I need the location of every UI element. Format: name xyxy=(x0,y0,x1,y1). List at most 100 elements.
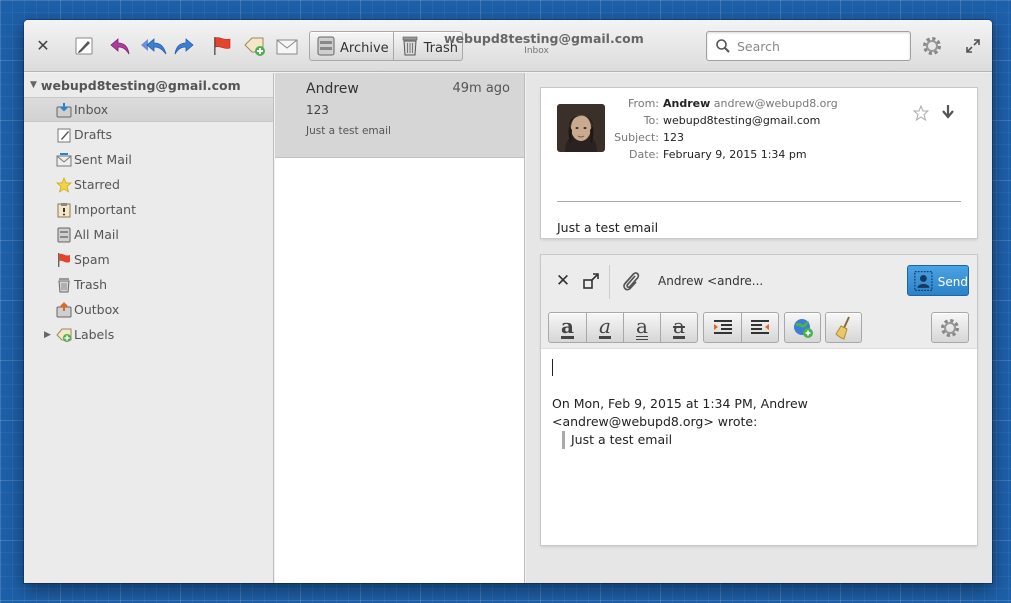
close-icon[interactable]: ✕ xyxy=(32,34,54,56)
clear-format-group xyxy=(825,312,862,343)
email-card: From: Andrew andrew@webupd8.org To: webu… xyxy=(541,88,977,238)
composer-toolbar: ✕ Andrew <andre... Send a a a a xyxy=(541,255,977,349)
avatar xyxy=(557,104,605,152)
chevron-right-icon[interactable]: ▶ xyxy=(44,330,51,340)
email-subject: 123 xyxy=(663,131,684,144)
message-time: 49m ago xyxy=(452,81,510,96)
sidebar-item-inbox[interactable]: Inbox xyxy=(24,97,273,122)
sidebar-item-all-mail[interactable]: All Mail xyxy=(24,222,273,247)
folder-sidebar: ▼ webupd8testing@gmail.com Inbox Drafts … xyxy=(24,73,274,583)
sidebar-item-label: Important xyxy=(74,202,136,217)
outdent-button[interactable] xyxy=(741,313,778,342)
italic-button[interactable]: a xyxy=(586,313,623,342)
sent-mail-icon xyxy=(56,152,72,168)
all-mail-icon xyxy=(56,227,72,243)
sidebar-item-outbox[interactable]: Outbox xyxy=(24,297,273,322)
sidebar-item-spam[interactable]: Spam xyxy=(24,247,273,272)
trash-icon xyxy=(56,277,72,293)
sidebar-item-label: Labels xyxy=(74,327,115,342)
search-input[interactable]: Search xyxy=(706,31,911,61)
text-style-group: a a a a xyxy=(548,312,698,343)
trash-icon xyxy=(402,36,417,56)
sidebar-item-label: All Mail xyxy=(74,227,119,242)
date-key: Date: xyxy=(629,148,659,161)
download-arrow-icon[interactable] xyxy=(941,104,955,124)
italic-glyph: a xyxy=(599,314,611,339)
sidebar-item-sent-mail[interactable]: Sent Mail xyxy=(24,147,273,172)
underline-button[interactable]: a xyxy=(623,313,660,342)
star-icon xyxy=(56,176,72,193)
archive-button[interactable]: Archive xyxy=(310,32,393,60)
composer-menu-button[interactable] xyxy=(932,313,968,342)
indent-button[interactable] xyxy=(704,313,741,342)
sidebar-item-label: Starred xyxy=(74,177,120,192)
detach-icon[interactable] xyxy=(581,271,601,291)
archive-label: Archive xyxy=(340,40,389,56)
clear-formatting-button[interactable] xyxy=(826,313,861,342)
bold-glyph: a xyxy=(561,314,574,339)
email-date: February 9, 2015 1:34 pm xyxy=(663,148,807,161)
sidebar-item-label: Drafts xyxy=(74,127,113,142)
title-account: webupd8testing@gmail.com xyxy=(444,31,644,46)
quoted-text: Just a test email xyxy=(562,431,672,449)
message-sender: Andrew xyxy=(306,81,359,97)
attachment-icon[interactable] xyxy=(619,269,643,293)
spam-flag-icon xyxy=(56,252,72,268)
important-icon xyxy=(56,202,72,218)
sidebar-item-drafts[interactable]: Drafts xyxy=(24,122,273,147)
insert-link-group xyxy=(784,312,821,343)
sidebar-item-starred[interactable]: Starred xyxy=(24,172,273,197)
header-bar: ✕ Archive Trash webupd8testing@gmail.com… xyxy=(24,20,992,72)
bold-button[interactable]: a xyxy=(549,313,586,342)
send-button[interactable]: Send xyxy=(907,265,969,296)
sidebar-item-label: Sent Mail xyxy=(74,152,132,167)
strikethrough-button[interactable]: a xyxy=(660,313,697,342)
sidebar-item-label: Inbox xyxy=(74,102,109,117)
composer-recipient[interactable]: Andrew <andre... xyxy=(658,274,763,288)
maximize-icon[interactable] xyxy=(964,37,982,55)
from-address: andrew@webupd8.org xyxy=(713,97,838,110)
sidebar-item-trash[interactable]: Trash xyxy=(24,272,273,297)
flag-icon[interactable] xyxy=(210,34,234,58)
to-row: To: webupd8testing@gmail.com xyxy=(611,114,821,127)
sidebar-item-labels[interactable]: ▶ Labels xyxy=(24,322,273,347)
sidebar-item-label: Spam xyxy=(74,252,110,267)
outdent-icon xyxy=(751,319,769,334)
compose-icon[interactable] xyxy=(72,34,96,58)
strikethrough-glyph: a xyxy=(673,314,685,339)
subject-row: Subject: 123 xyxy=(611,131,684,144)
search-placeholder: Search xyxy=(737,38,780,54)
text-caret xyxy=(552,359,553,376)
indent-group xyxy=(703,312,779,343)
message-list: Andrew 49m ago 123 Just a test email xyxy=(275,73,525,583)
sidebar-item-important[interactable]: Important xyxy=(24,197,273,222)
send-label: Send xyxy=(937,275,968,289)
list-item[interactable]: Andrew 49m ago 123 Just a test email xyxy=(275,73,524,158)
insert-link-button[interactable] xyxy=(785,313,820,342)
move-to-icon[interactable] xyxy=(274,34,300,58)
gear-icon[interactable] xyxy=(921,35,943,57)
message-preview: Just a test email xyxy=(306,125,391,137)
reply-all-icon[interactable] xyxy=(140,34,168,58)
globe-link-icon xyxy=(793,318,813,338)
date-row: Date: February 9, 2015 1:34 pm xyxy=(611,148,807,161)
from-name: Andrew xyxy=(663,97,711,110)
outbox-icon xyxy=(56,301,72,318)
from-key: From: xyxy=(628,97,659,110)
account-row[interactable]: ▼ webupd8testing@gmail.com xyxy=(24,73,273,97)
reply-icon[interactable] xyxy=(108,34,132,58)
header-divider xyxy=(557,201,961,202)
from-row: From: Andrew andrew@webupd8.org xyxy=(611,97,838,110)
star-icon[interactable] xyxy=(912,104,930,125)
reading-pane: From: Andrew andrew@webupd8.org To: webu… xyxy=(526,73,992,583)
underline-glyph: a xyxy=(636,313,648,340)
forward-icon[interactable] xyxy=(172,34,196,58)
add-label-icon[interactable] xyxy=(242,34,268,58)
composer-body-editor[interactable]: On Mon, Feb 9, 2015 at 1:34 PM, Andrew <… xyxy=(541,349,977,545)
archive-trash-group: Archive Trash xyxy=(309,31,464,61)
close-icon[interactable]: ✕ xyxy=(553,271,573,291)
gear-icon xyxy=(941,318,959,337)
archive-icon xyxy=(317,36,335,56)
chevron-down-icon[interactable]: ▼ xyxy=(30,80,37,90)
to-address: webupd8testing@gmail.com xyxy=(663,114,821,127)
